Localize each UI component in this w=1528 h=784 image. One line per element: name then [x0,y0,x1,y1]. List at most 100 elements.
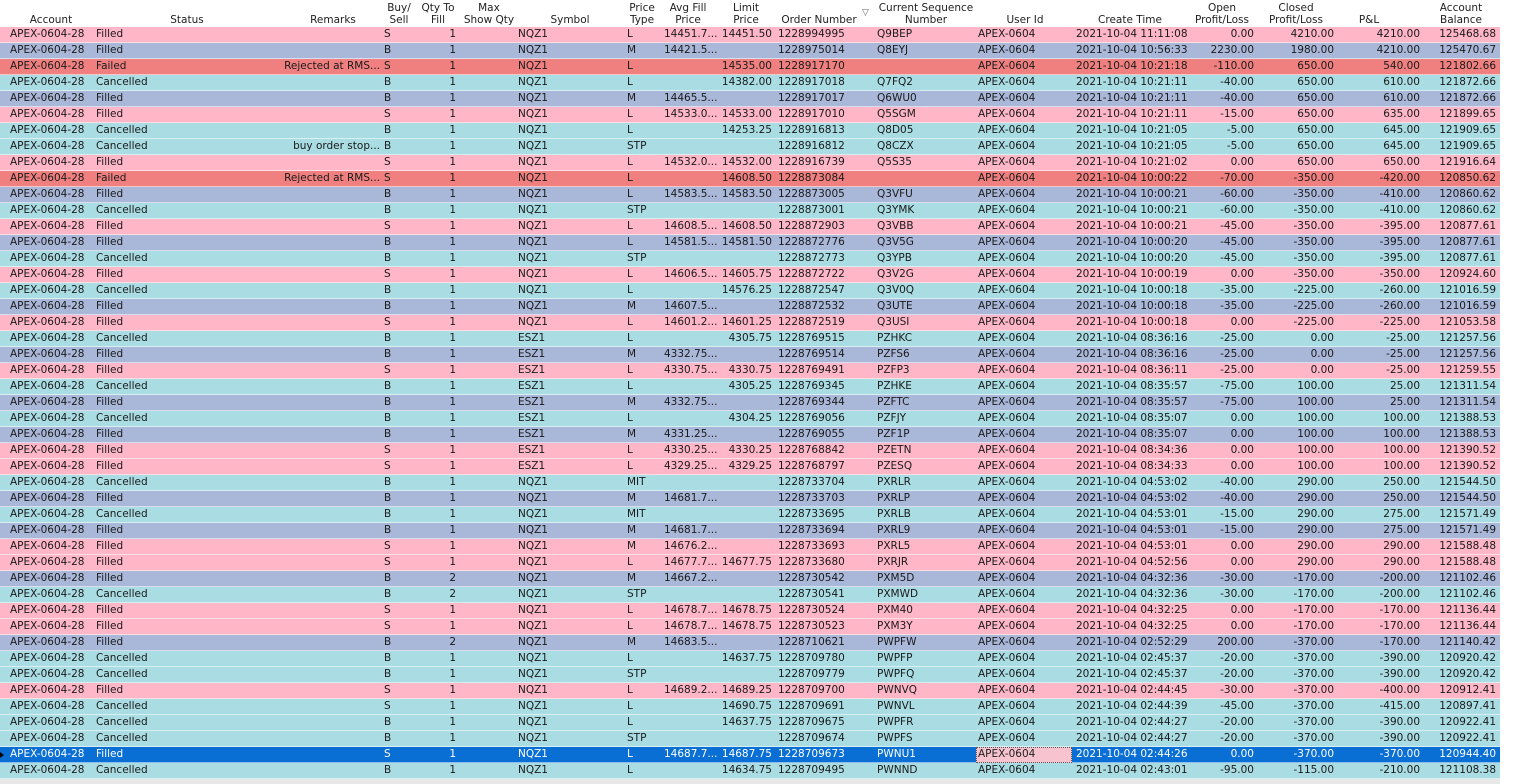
column-header-account[interactable]: Account [8,0,94,27]
order-row[interactable]: APEX-0604-28 Cancelled B 1 NQZ1 L 14382.00 1228… [0,75,1500,91]
cell-seq: PZESQ [877,460,913,472]
cell-account: APEX-0604-28 [10,620,85,632]
order-row[interactable]: APEX-0604-28 Filled B 1 NQZ1 M 14421.5... 12289… [0,43,1500,59]
order-row[interactable]: APEX-0604-28 Filled S 1 NQZ1 L 14608.5... 14608… [0,219,1500,235]
column-header-time[interactable]: Create Time [1076,0,1184,27]
order-row[interactable]: APEX-0604-28 Cancelled B 1 NQZ1 L 14253.25 1228… [0,123,1500,139]
vertical-scroll-area[interactable] [1500,0,1528,784]
cell-seq: PZFP3 [877,364,910,376]
order-row[interactable]: APEX-0604-28 Filled S 1 ESZ1 L 4329.25... 4329.… [0,459,1500,475]
order-row[interactable]: APEX-0604-28 Filled S 1 NQZ1 L 14606.5... 14605… [0,267,1500,283]
cell-account: APEX-0604-28 [10,748,85,760]
order-row[interactable]: APEX-0604-28 Cancelled B 1 NQZ1 L 14634.75 1228… [0,763,1500,779]
column-header-avgfill[interactable]: Avg Fill Price [662,0,714,27]
order-row[interactable]: APEX-0604-28 Filled B 1 ESZ1 M 4332.75... 12287… [0,395,1500,411]
order-row[interactable]: APEX-0604-28 Filled S 1 NQZ1 L 14533.0... 14533… [0,107,1500,123]
order-row[interactable]: APEX-0604-28 Cancelled B 2 NQZ1 STP 1228730541… [0,587,1500,603]
order-row[interactable]: APEX-0604-28 Filled B 1 NQZ1 M 14607.5... 12288… [0,299,1500,315]
cell-qty: 2 [449,588,456,600]
order-row[interactable]: APEX-0604-28 Cancelled B 1 NQZ1 L 14637.75 1228… [0,651,1500,667]
order-row[interactable]: APEX-0604-28 Cancelled B 1 NQZ1 MIT 1228733695… [0,507,1500,523]
order-row[interactable]: APEX-0604-28 Cancelled B 1 NQZ1 STP 1228873001… [0,203,1500,219]
order-row[interactable]: APEX-0604-28 Filled B 2 NQZ1 M 14667.2... 12287… [0,571,1500,587]
cell-ptype: L [627,556,633,568]
order-row[interactable]: APEX-0604-28 Cancelled B 1 ESZ1 L 4304.25 12287… [0,411,1500,427]
column-header-user[interactable]: User Id [980,0,1070,27]
order-row[interactable]: APEX-0604-28 Cancelled B 1 NQZ1 MIT 1228733704… [0,475,1500,491]
order-row[interactable]: APEX-0604-28 Cancelled B 1 ESZ1 L 4305.25 12287… [0,379,1500,395]
orders-grid[interactable]: Account Status Remarks Buy/ Sell Qty To Fill… [0,0,1500,784]
column-header-qty[interactable]: Qty To Fill [418,0,458,27]
order-row[interactable]: APEX-0604-28 Cancelled B 1 NQZ1 STP 1228709779… [0,667,1500,683]
cell-qty: 1 [449,668,456,680]
cell-order: 1228769344 [778,396,845,408]
column-header-order[interactable]: Order Number [776,0,862,27]
order-row[interactable]: APEX-0604-28 Filled B 1 NQZ1 M 14681.7... 12287… [0,523,1500,539]
order-row[interactable]: APEX-0604-28 Cancelled B 1 NQZ1 STP 1228709674… [0,731,1500,747]
cell-balance: 121899.65 [1439,108,1496,120]
order-row[interactable]: APEX-0604-28 Cancelled B 1 NQZ1 L 14637.75 1228… [0,715,1500,731]
order-row[interactable]: APEX-0604-28 Filled B 1 NQZ1 L 14581.5... 14581… [0,235,1500,251]
order-row[interactable]: APEX-0604-28 Cancelled B 1 ESZ1 L 4305.75 12287… [0,331,1500,347]
order-row[interactable]: APEX-0604-28 Filled B 1 NQZ1 M 14465.5... 12289… [0,91,1500,107]
order-row[interactable]: APEX-0604-28 Filled S 1 NQZ1 L 14677.7... 14677… [0,555,1500,571]
column-header-open[interactable]: Open Profit/Loss [1188,0,1256,27]
column-header-seq[interactable]: Current Sequence Number [870,0,982,27]
column-header-balance[interactable]: Account Balance [1422,0,1500,27]
order-row[interactable]: APEX-0604-28 Filled S 1 NQZ1 L 14678.7... 14678… [0,619,1500,635]
cell-limit [718,43,774,59]
sort-descending-icon[interactable]: ▽ [862,8,869,18]
column-header-maxshow[interactable]: Max Show Qty [460,0,518,27]
order-row[interactable]: APEX-0604-28 Filled B 2 NQZ1 M 14683.5... 12287… [0,635,1500,651]
cell-symbol: NQZ1 [518,716,548,728]
order-row[interactable]: APEX-0604-28 Filled S 1 NQZ1 L 14687.7... 14687… [0,747,1500,763]
order-row[interactable]: APEX-0604-28 Filled B 1 NQZ1 L 14583.5... 14583… [0,187,1500,203]
order-row[interactable]: APEX-0604-28 Cancelled S 1 NQZ1 L 14690.75 1228… [0,699,1500,715]
cell-remarks [240,635,382,651]
order-row[interactable]: APEX-0604-28 Failed Rejected at RMS... S 1 NQ… [0,171,1500,187]
column-header-status[interactable]: Status [94,0,280,27]
order-row[interactable]: APEX-0604-28 Filled B 1 NQZ1 M 14681.7... 12287… [0,491,1500,507]
order-row[interactable]: APEX-0604-28 Filled S 1 NQZ1 L 14451.7... 14451… [0,27,1500,43]
cell-limit [718,347,774,363]
order-row[interactable]: APEX-0604-28 Cancelled B 1 NQZ1 STP 1228872773… [0,251,1500,267]
order-row[interactable]: APEX-0604-28 Filled S 1 ESZ1 L 4330.75... 4330.… [0,363,1500,379]
cell-closed: 290.00 [1297,508,1334,520]
cell-open: -30.00 [1220,588,1254,600]
cell-open: 200.00 [1217,636,1254,648]
order-row[interactable]: APEX-0604-28 Filled S 1 NQZ1 L 14532.0... 14532… [0,155,1500,171]
order-row[interactable]: APEX-0604-28 Filled B 1 ESZ1 M 4332.75... 12287… [0,347,1500,363]
column-header-closed[interactable]: Closed Profit/Loss [1256,0,1336,27]
order-row[interactable]: APEX-0604-28 Filled S 1 NQZ1 L 14678.7... 14678… [0,603,1500,619]
order-row[interactable]: APEX-0604-28 Filled S 1 NQZ1 M 14676.2... 12287… [0,539,1500,555]
cell-ptype: M [627,92,637,104]
column-header-ptype[interactable]: Price Type [625,0,659,27]
cell-qty: 1 [449,460,456,472]
cell-user: APEX-0604 [978,732,1036,744]
cell-qty: 1 [449,620,456,632]
column-header-remarks[interactable]: Remarks [280,0,386,27]
cell-open: 0.00 [1230,316,1254,328]
cell-balance: 120860.62 [1439,188,1496,200]
cell-remarks [240,123,382,139]
order-row[interactable]: APEX-0604-28 Filled S 1 ESZ1 L 4330.25... 4330.… [0,443,1500,459]
order-row[interactable]: APEX-0604-28 Filled S 1 NQZ1 L 14601.2... 14601… [0,315,1500,331]
order-row[interactable]: APEX-0604-28 Cancelled buy order stop... B 1… [0,139,1500,155]
horizontal-scrollbar[interactable] [0,779,1500,784]
cell-avgfill [662,475,718,491]
column-header-pnl[interactable]: P&L [1336,0,1402,27]
cell-qty: 1 [449,508,456,520]
order-row[interactable]: APEX-0604-28 Filled S 1 NQZ1 L 14689.2... 14689… [0,683,1500,699]
order-row[interactable]: APEX-0604-28 Filled B 1 ESZ1 M 4331.25... 12287… [0,427,1500,443]
cell-remarks [240,155,382,171]
cell-remarks [240,283,382,299]
cell-limit [718,731,774,747]
order-row[interactable]: APEX-0604-28 Cancelled B 1 NQZ1 L 14576.25 1228… [0,283,1500,299]
column-header-limit[interactable]: Limit Price [718,0,774,27]
cell-limit: 14634.75 [721,764,772,776]
cell-avgfill [662,123,718,139]
order-row[interactable]: APEX-0604-28 Failed Rejected at RMS... S 1 NQ… [0,59,1500,75]
cell-order: 1228709674 [778,732,845,744]
column-header-symbol[interactable]: Symbol [518,0,622,27]
column-header-side[interactable]: Buy/ Sell [384,0,414,27]
